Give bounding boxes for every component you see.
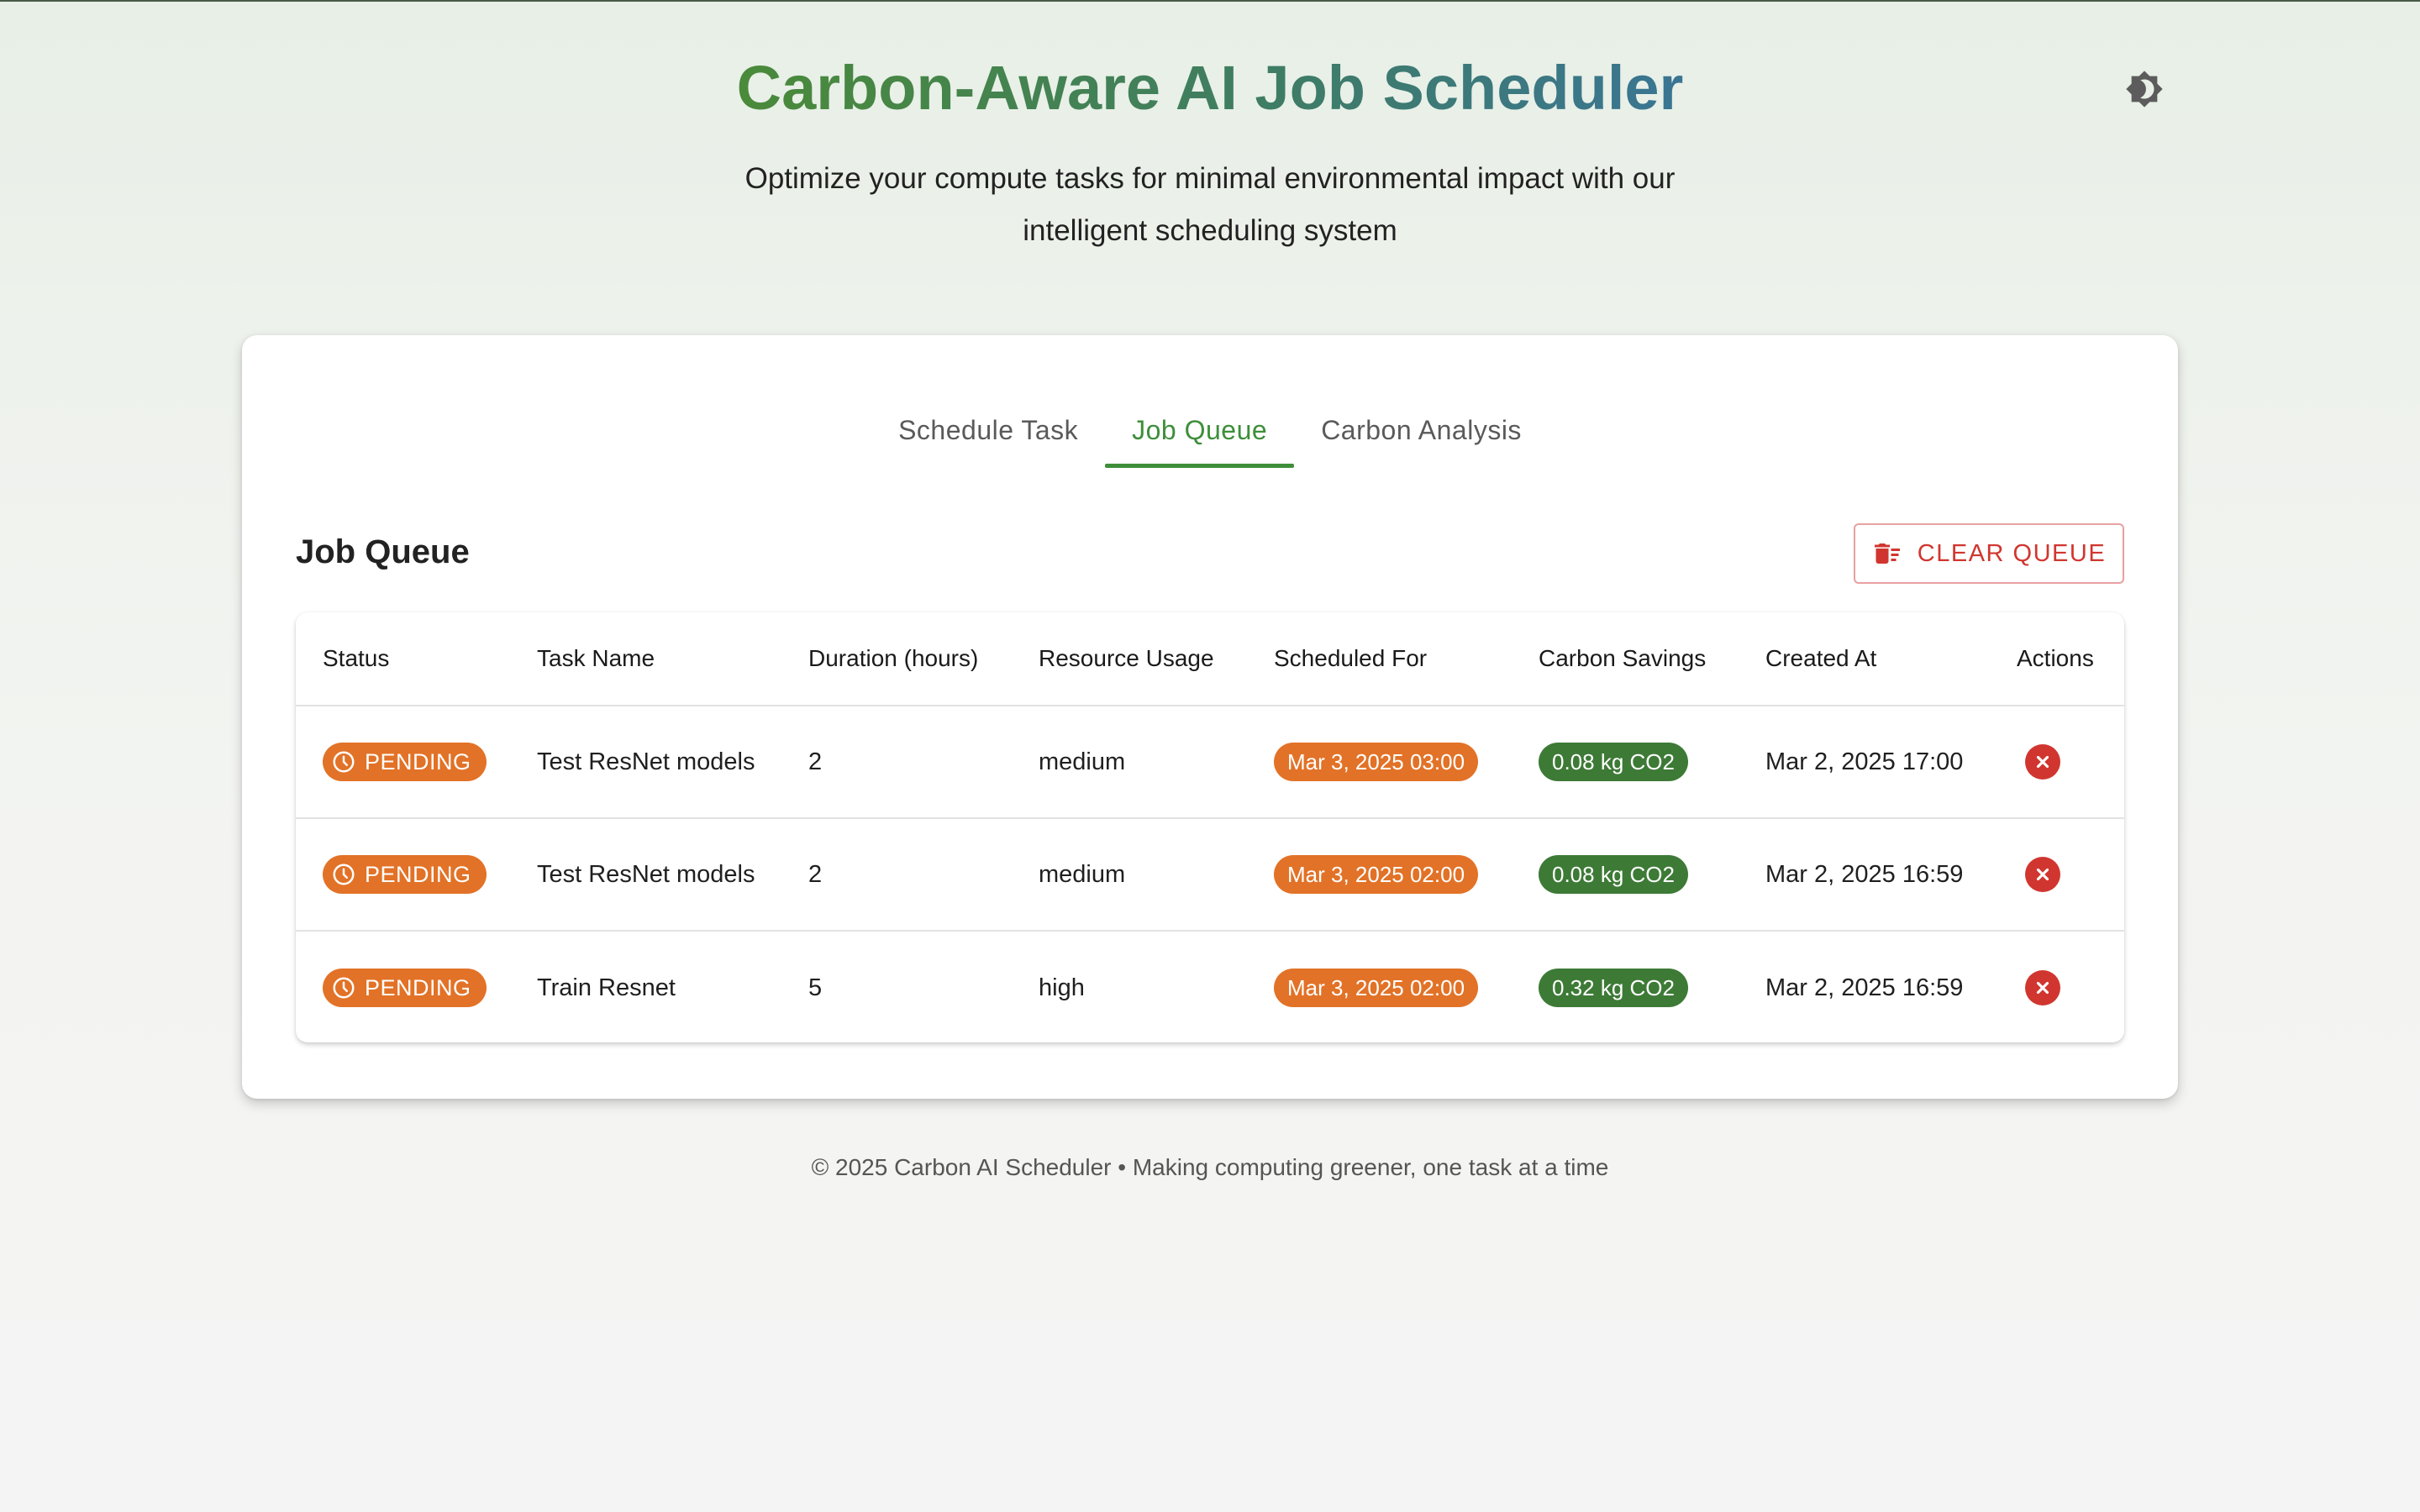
clock-icon xyxy=(333,977,355,999)
section-title: Job Queue xyxy=(296,533,470,570)
theme-toggle-button[interactable] xyxy=(2123,67,2166,111)
clear-queue-label: CLEAR QUEUE xyxy=(1917,539,2107,567)
status-badge: PENDING xyxy=(323,855,487,894)
scheduled-for-badge: Mar 3, 2025 02:00 xyxy=(1274,969,1479,1007)
status-badge: PENDING xyxy=(323,969,487,1007)
page-subtitle: Optimize your compute tasks for minimal … xyxy=(744,162,1676,247)
carbon-savings-badge: 0.08 kg CO2 xyxy=(1539,855,1688,894)
job-queue-table: Status Task Name Duration (hours) Resour… xyxy=(296,612,2124,1042)
scheduled-for-badge: Mar 3, 2025 02:00 xyxy=(1274,855,1479,894)
resource-usage: medium xyxy=(1039,748,1126,775)
column-header-task-name[interactable]: Task Name xyxy=(537,612,655,705)
clock-icon xyxy=(333,751,355,773)
task-name: Train Resnet xyxy=(537,974,676,1001)
cancel-circle-icon xyxy=(2036,868,2049,881)
cancel-job-button[interactable] xyxy=(2025,744,2060,780)
column-header-created-at[interactable]: Created At xyxy=(1765,612,1876,705)
clock-icon xyxy=(333,864,355,885)
column-header-scheduled-for[interactable]: Scheduled For xyxy=(1274,612,1427,705)
created-at: Mar 2, 2025 17:00 xyxy=(1765,748,1964,775)
duration: 2 xyxy=(808,748,823,775)
page-title: Carbon-Aware AI Job Scheduler xyxy=(736,53,1684,123)
table-row: PENDING Train Resnet 5 high Mar 3, 2025 … xyxy=(296,932,2124,1042)
tab-bar: Schedule Task Job Queue Carbon Analysis xyxy=(242,392,2178,468)
created-at: Mar 2, 2025 16:59 xyxy=(1765,860,1964,888)
carbon-savings-badge: 0.08 kg CO2 xyxy=(1539,743,1688,781)
status-label: PENDING xyxy=(365,748,471,774)
cancel-job-button[interactable] xyxy=(2025,970,2060,1005)
status-label: PENDING xyxy=(365,861,471,887)
table-row: PENDING Test ResNet models 2 medium Mar … xyxy=(296,706,2124,819)
column-header-status[interactable]: Status xyxy=(323,612,389,705)
scheduled-for-badge: Mar 3, 2025 03:00 xyxy=(1274,743,1479,781)
resource-usage: medium xyxy=(1039,860,1126,888)
tab-job-queue[interactable]: Job Queue xyxy=(1105,392,1295,468)
column-header-carbon-savings[interactable]: Carbon Savings xyxy=(1539,612,1706,705)
column-header-resource-usage[interactable]: Resource Usage xyxy=(1039,612,1214,705)
cancel-job-button[interactable] xyxy=(2025,857,2060,892)
delete-sweep-icon xyxy=(1874,543,1900,564)
duration: 2 xyxy=(808,860,823,888)
tab-carbon-analysis[interactable]: Carbon Analysis xyxy=(1294,392,1549,468)
column-header-actions: Actions xyxy=(2017,645,2094,671)
carbon-savings-badge: 0.32 kg CO2 xyxy=(1539,969,1688,1007)
task-name: Test ResNet models xyxy=(537,748,755,775)
table-header-row: Status Task Name Duration (hours) Resour… xyxy=(296,612,2124,706)
page-header: Carbon-Aware AI Job Scheduler Optimize y… xyxy=(0,2,2420,304)
clear-queue-button[interactable]: CLEAR QUEUE xyxy=(1854,523,2124,584)
column-header-duration[interactable]: Duration (hours) xyxy=(808,612,978,705)
page-footer: © 2025 Carbon AI Scheduler • Making comp… xyxy=(811,1154,1609,1180)
created-at: Mar 2, 2025 16:59 xyxy=(1765,974,1964,1001)
table-row: PENDING Test ResNet models 2 medium Mar … xyxy=(296,819,2124,932)
resource-usage: high xyxy=(1039,974,1085,1001)
task-name: Test ResNet models xyxy=(537,860,755,888)
main-card: Schedule Task Job Queue Carbon Analysis … xyxy=(242,335,2178,1099)
status-label: PENDING xyxy=(365,974,471,1000)
brightness-icon xyxy=(2126,71,2163,108)
cancel-circle-icon xyxy=(2036,981,2049,995)
duration: 5 xyxy=(808,974,823,1001)
status-badge: PENDING xyxy=(323,743,487,781)
cancel-circle-icon xyxy=(2036,755,2049,769)
tab-schedule-task[interactable]: Schedule Task xyxy=(871,392,1105,468)
